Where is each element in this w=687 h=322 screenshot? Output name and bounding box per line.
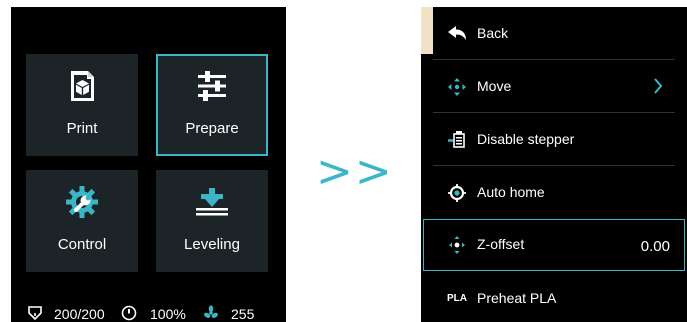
menu-item-disable-stepper[interactable]: Disable stepper [433, 113, 675, 165]
z-offset-value: 0.00 [640, 238, 670, 255]
menu-item-label: Auto home [477, 184, 545, 200]
nozzle-temperature-icon [28, 306, 42, 321]
leveling-icon [196, 188, 228, 216]
control-label: Control [57, 236, 107, 253]
leveling-tile[interactable]: Leveling [156, 170, 268, 272]
fan-speed-readout: 255 [231, 306, 255, 322]
z-offset-icon [449, 236, 465, 254]
print-label: Print [66, 120, 98, 137]
prepare-tile[interactable]: Prepare [156, 54, 268, 156]
status-bar: 200/200 100% 255 [11, 305, 286, 322]
control-gear-wrench-icon [66, 186, 98, 218]
prepare-menu-screen: Back Move Disable stepper Auto home Z-of… [421, 7, 687, 322]
print-icon [71, 71, 94, 101]
pla-icon: PLA [447, 293, 467, 304]
temperature-readout: 200/200 [54, 306, 105, 322]
menu-item-label: Back [477, 25, 509, 41]
leveling-label: Leveling [184, 236, 240, 253]
print-tile[interactable]: Print [26, 54, 138, 156]
menu-item-label: Preheat PLA [477, 290, 557, 306]
back-arrow-icon [448, 26, 466, 40]
menu-item-preheat-pla[interactable]: PLA Preheat PLA [433, 272, 675, 322]
menu-item-label: Move [477, 78, 512, 94]
menu-item-label: Z-offset [477, 236, 525, 252]
fan-icon [204, 305, 218, 318]
speed-readout: 100% [150, 306, 186, 322]
move-arrows-icon [448, 78, 466, 96]
speed-gauge-icon [121, 305, 137, 321]
control-tile[interactable]: Control [26, 170, 138, 272]
back-accent-bar [421, 7, 433, 54]
menu-item-z-offset[interactable]: Z-offset 0.00 [423, 219, 685, 271]
home-target-icon [448, 184, 466, 202]
stepper-icon [448, 131, 465, 148]
menu-item-move[interactable]: Move [433, 60, 675, 112]
prepare-label: Prepare [185, 120, 239, 137]
main-menu-screen: Print Prepare Control Leveling 200/200 1… [11, 7, 286, 322]
transition-arrows: >> [316, 146, 394, 197]
menu-item-label: Disable stepper [477, 131, 575, 147]
chevron-right-icon [654, 78, 663, 94]
menu-item-auto-home[interactable]: Auto home [433, 166, 675, 218]
prepare-sliders-icon [198, 71, 226, 101]
menu-item-back[interactable]: Back [433, 7, 675, 59]
